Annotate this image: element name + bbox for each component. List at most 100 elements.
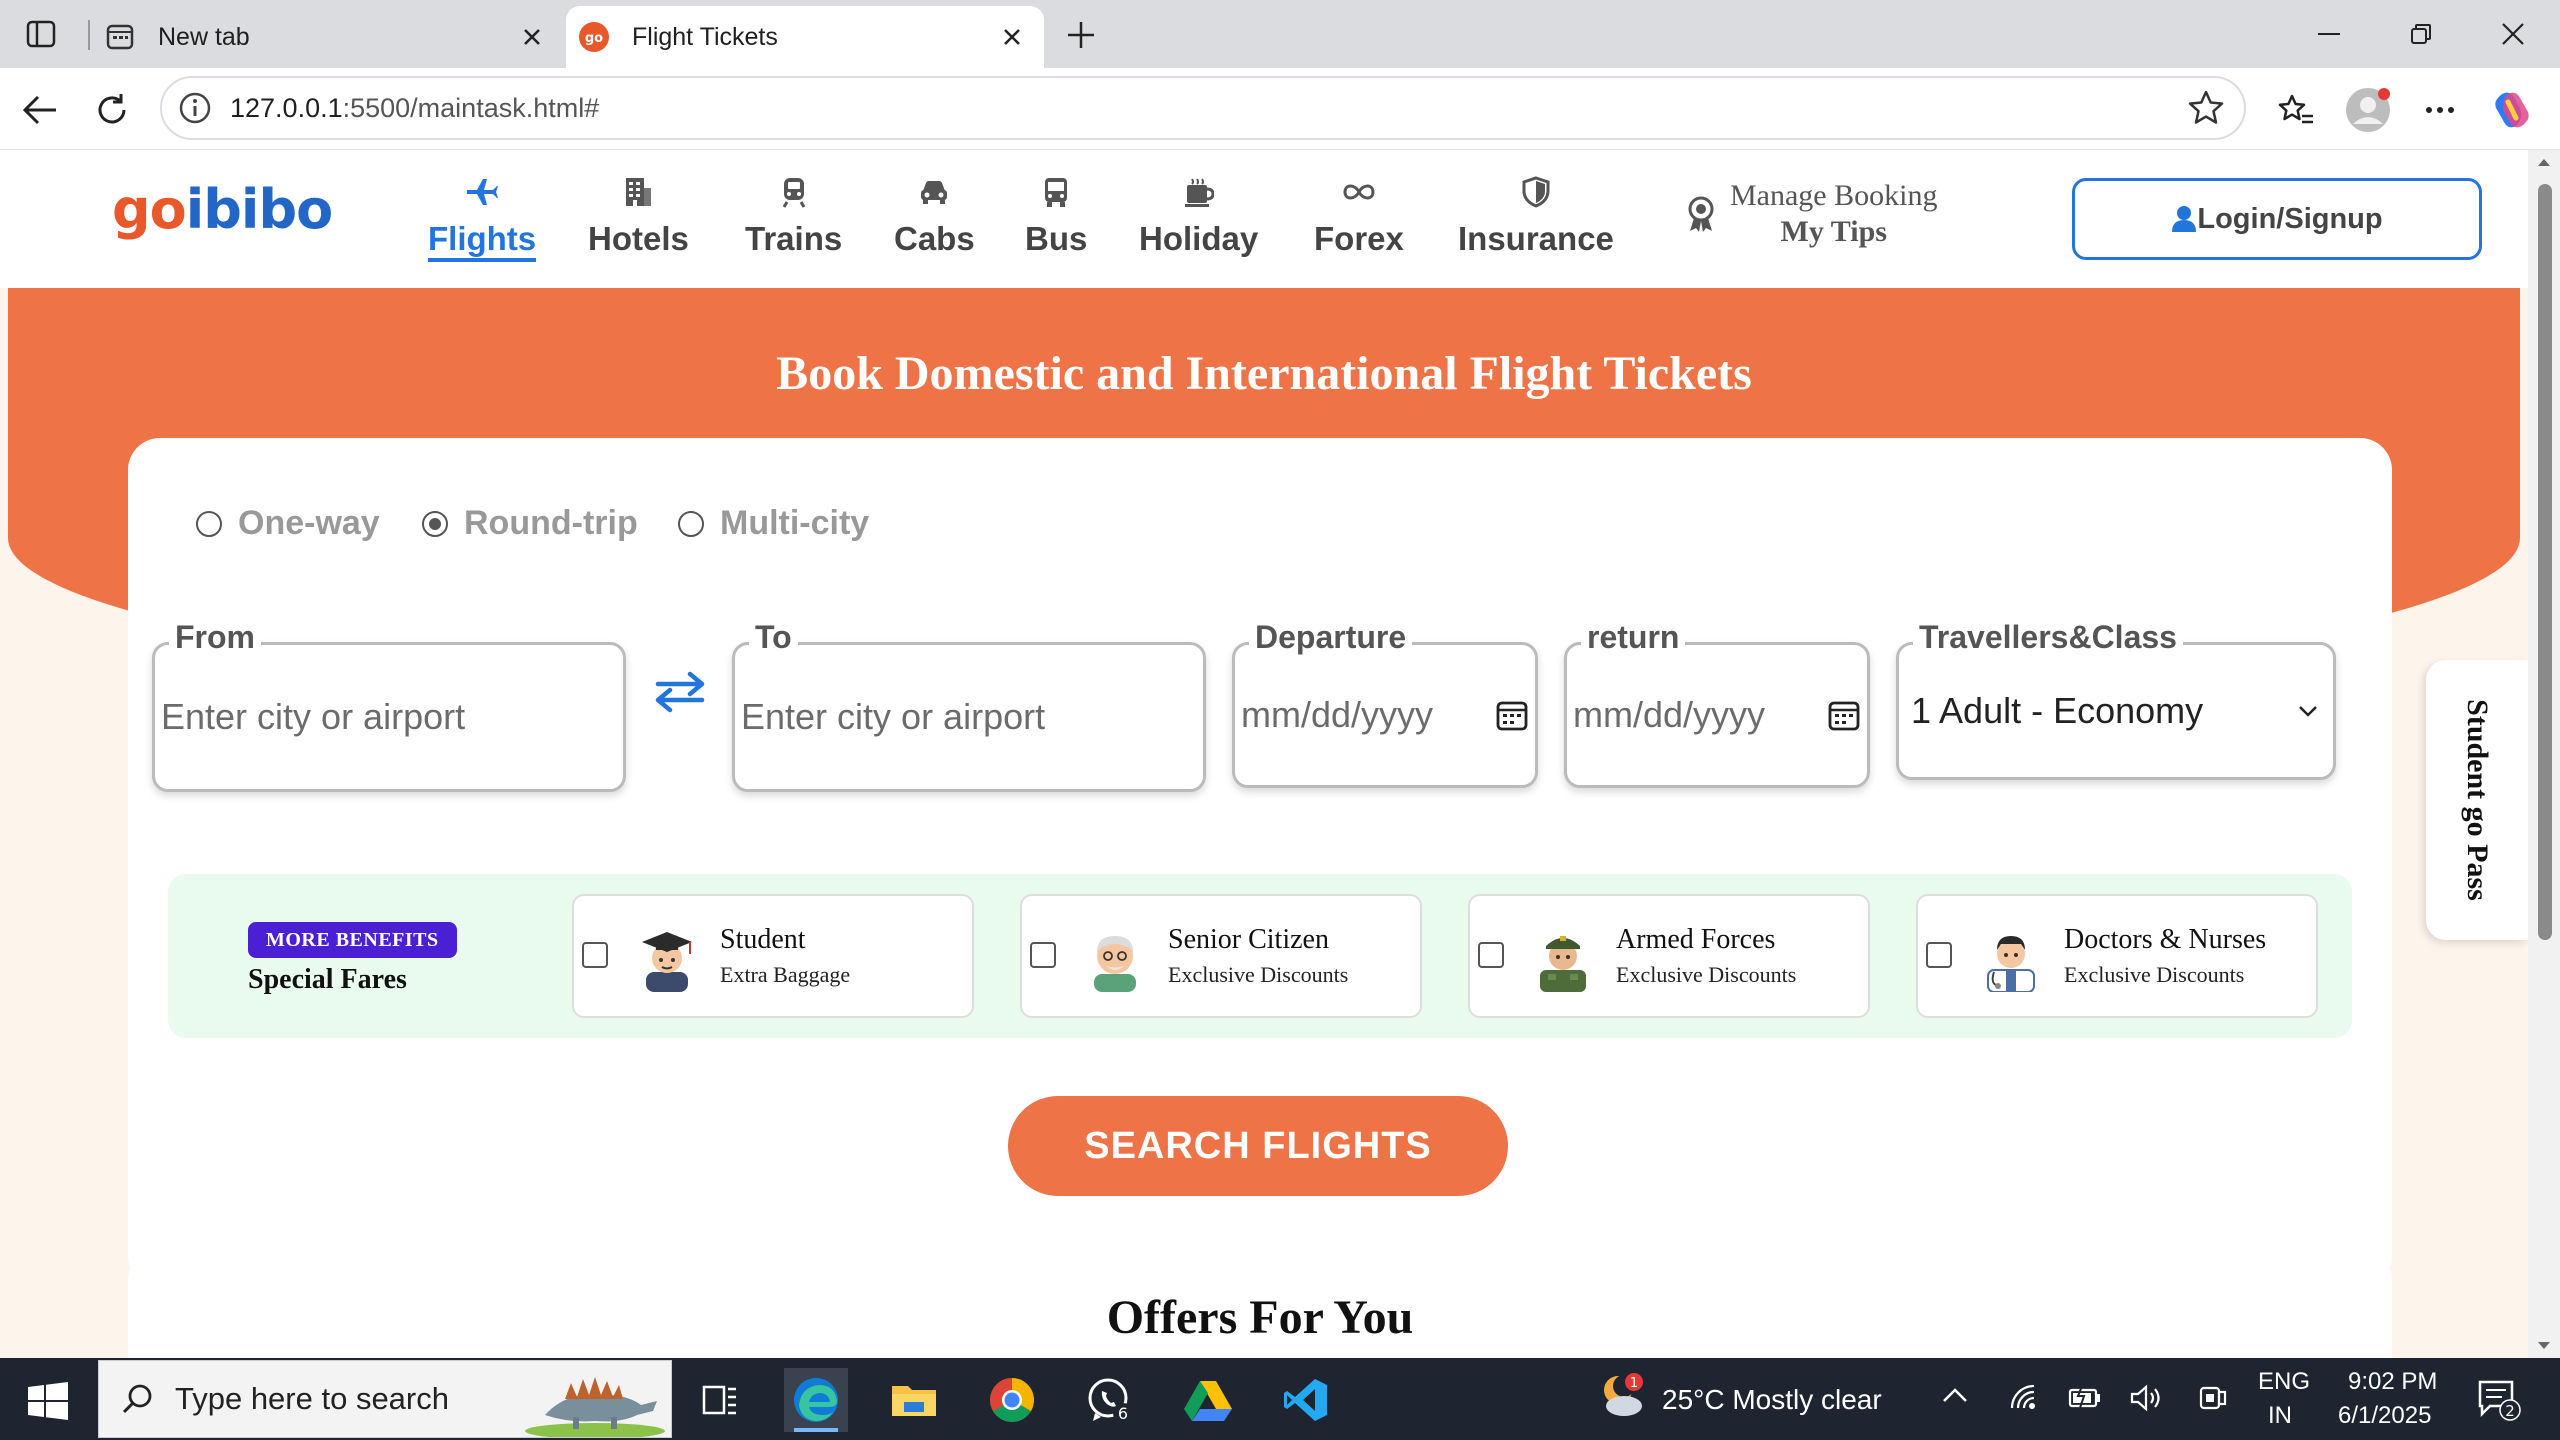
checkbox[interactable] [1030, 942, 1056, 968]
minimize-icon[interactable] [2294, 10, 2364, 58]
chrome-icon[interactable] [980, 1368, 1044, 1432]
weather-badge: 1 [1630, 1376, 1638, 1391]
radio-button-selected[interactable] [422, 510, 448, 537]
battery-icon[interactable] [2068, 1384, 2102, 1410]
reload-icon[interactable] [88, 86, 136, 134]
fare-benefit: Exclusive Discounts [1168, 962, 1349, 987]
google-drive-icon[interactable] [1176, 1368, 1240, 1432]
volume-icon[interactable] [2130, 1384, 2164, 1412]
checkbox[interactable] [1926, 942, 1952, 968]
login-signup-button[interactable]: Login/Signup [2072, 178, 2482, 260]
file-explorer-icon[interactable] [882, 1368, 946, 1432]
travellers-legend: Travellers&Class [1913, 619, 2183, 656]
copilot-icon[interactable] [2488, 86, 2536, 134]
nav-bus[interactable]: Bus [1025, 172, 1087, 258]
manage-booking-label: Manage Booking [1730, 179, 1938, 212]
tab-flight-tickets[interactable]: go Flight Tickets [566, 6, 1044, 68]
return-date-input[interactable]: mm/dd/yyyy [1573, 694, 1765, 736]
departure-field[interactable]: Departure mm/dd/yyyy [1232, 619, 1538, 788]
nav-insurance[interactable]: Insurance [1458, 172, 1614, 258]
nav-trains[interactable]: Trains [745, 172, 842, 258]
sidebar-toggle-icon[interactable] [20, 16, 62, 52]
return-field[interactable]: return mm/dd/yyyy [1564, 619, 1870, 788]
to-field[interactable]: To Enter city or airport [732, 619, 1206, 792]
student-go-pass-tab[interactable]: Student go Pass [2426, 660, 2528, 940]
fare-option-student[interactable]: Student Extra Baggage [572, 894, 974, 1018]
nav-flights[interactable]: Flights [428, 172, 537, 262]
fare-option-senior-citizen[interactable]: Senior Citizen Exclusive Discounts [1020, 894, 1422, 1018]
from-field[interactable]: From Enter city or airport [152, 619, 626, 792]
checkbox[interactable] [1478, 942, 1504, 968]
language-bottom[interactable]: IN [2268, 1402, 2292, 1430]
nav-forex[interactable]: Forex [1314, 172, 1404, 258]
url-bar[interactable]: 127.0.0.1:5500/maintask.html# [160, 76, 2246, 140]
nav-hotels[interactable]: Hotels [588, 172, 689, 258]
shield-icon [1522, 172, 1550, 212]
site-info-icon[interactable] [178, 91, 212, 125]
special-fares-title: Special Fares [248, 964, 407, 995]
fare-option-armed-forces[interactable]: Armed Forces Exclusive Discounts [1468, 894, 1870, 1018]
fare-name: Armed Forces [1616, 924, 1776, 955]
fare-option-doctors-nurses[interactable]: Doctors & Nurses Exclusive Discounts [1916, 894, 2318, 1018]
task-view-icon[interactable] [688, 1368, 752, 1432]
from-input[interactable]: Enter city or airport [161, 696, 465, 738]
to-input[interactable]: Enter city or airport [741, 696, 1045, 738]
radio-button[interactable] [678, 510, 704, 537]
language-top[interactable]: ENG [2258, 1368, 2310, 1396]
checkbox[interactable] [582, 942, 608, 968]
search-flights-button[interactable]: SEARCH FLIGHTS [1008, 1096, 1508, 1196]
nav-holiday[interactable]: Holiday [1139, 172, 1258, 258]
travellers-select[interactable]: 1 Adult - Economy [1911, 690, 2203, 732]
swap-arrows-icon[interactable] [652, 670, 712, 722]
clock-date[interactable]: 6/1/2025 [2338, 1402, 2431, 1430]
nav-cabs[interactable]: Cabs [894, 172, 975, 258]
windows-start-icon[interactable] [20, 1376, 76, 1426]
show-hidden-icons-chevron-icon[interactable] [1942, 1386, 1968, 1404]
goibibo-logo[interactable]: goibibo [112, 178, 333, 241]
travellers-class-field[interactable]: Travellers&Class 1 Adult - Economy [1896, 619, 2336, 780]
network-icon[interactable] [2008, 1382, 2038, 1412]
edge-browser-icon[interactable] [784, 1368, 848, 1432]
calendar-icon[interactable] [1827, 698, 1861, 732]
senior-avatar-icon [1094, 936, 1136, 992]
search-highlight-dinosaur-icon [525, 1377, 665, 1437]
close-window-icon[interactable] [2478, 10, 2548, 58]
vscode-icon[interactable] [1274, 1368, 1338, 1432]
manage-booking-link[interactable]: Manage Booking My Tips [1684, 178, 1937, 250]
scroll-down-icon[interactable] [2536, 1340, 2552, 1352]
more-options-icon[interactable] [2416, 86, 2464, 134]
train-icon [781, 172, 807, 212]
restore-icon[interactable] [2386, 10, 2456, 58]
calendar-icon[interactable] [1495, 698, 1529, 732]
scroll-up-icon[interactable] [2536, 156, 2552, 168]
meet-now-icon[interactable] [2198, 1382, 2228, 1414]
student-avatar-icon [642, 932, 692, 992]
clock-time[interactable]: 9:02 PM [2348, 1368, 2437, 1396]
favorites-icon[interactable] [2272, 86, 2320, 134]
trip-multi-city[interactable]: Multi-city [678, 504, 869, 543]
new-tab-plus-icon[interactable] [1058, 12, 1104, 58]
profile-avatar-icon[interactable] [2344, 86, 2392, 134]
scrollbar-thumb[interactable] [2538, 184, 2552, 940]
trip-one-way[interactable]: One-way [196, 504, 380, 543]
fare-benefit: Exclusive Discounts [2064, 962, 2245, 987]
url-text: 127.0.0.1:5500/maintask.html# [230, 92, 600, 123]
notifications-count: 2 [2505, 1402, 2515, 1420]
weather-text[interactable]: 25°C Mostly clear [1662, 1384, 1882, 1416]
close-tab-icon[interactable] [992, 17, 1032, 57]
return-legend: return [1581, 619, 1686, 656]
bus-icon [1042, 172, 1070, 212]
page-scrollbar[interactable] [2528, 150, 2560, 1358]
favorite-star-icon[interactable] [2186, 88, 2226, 128]
back-arrow-icon[interactable] [16, 86, 64, 134]
tab-separator [88, 20, 90, 50]
notifications-icon[interactable]: 2 [2476, 1378, 2522, 1422]
departure-date-input[interactable]: mm/dd/yyyy [1241, 694, 1433, 736]
close-tab-icon[interactable] [512, 17, 552, 57]
weather-moon-cloud-icon[interactable]: 1 [1598, 1372, 1646, 1420]
tab-new-tab[interactable]: New tab [92, 6, 564, 68]
radio-button[interactable] [196, 510, 222, 537]
whatsapp-icon[interactable]: 6 [1078, 1368, 1142, 1432]
taskbar-search-box[interactable]: Type here to search [98, 1360, 672, 1438]
trip-round-trip[interactable]: Round-trip [422, 504, 638, 543]
